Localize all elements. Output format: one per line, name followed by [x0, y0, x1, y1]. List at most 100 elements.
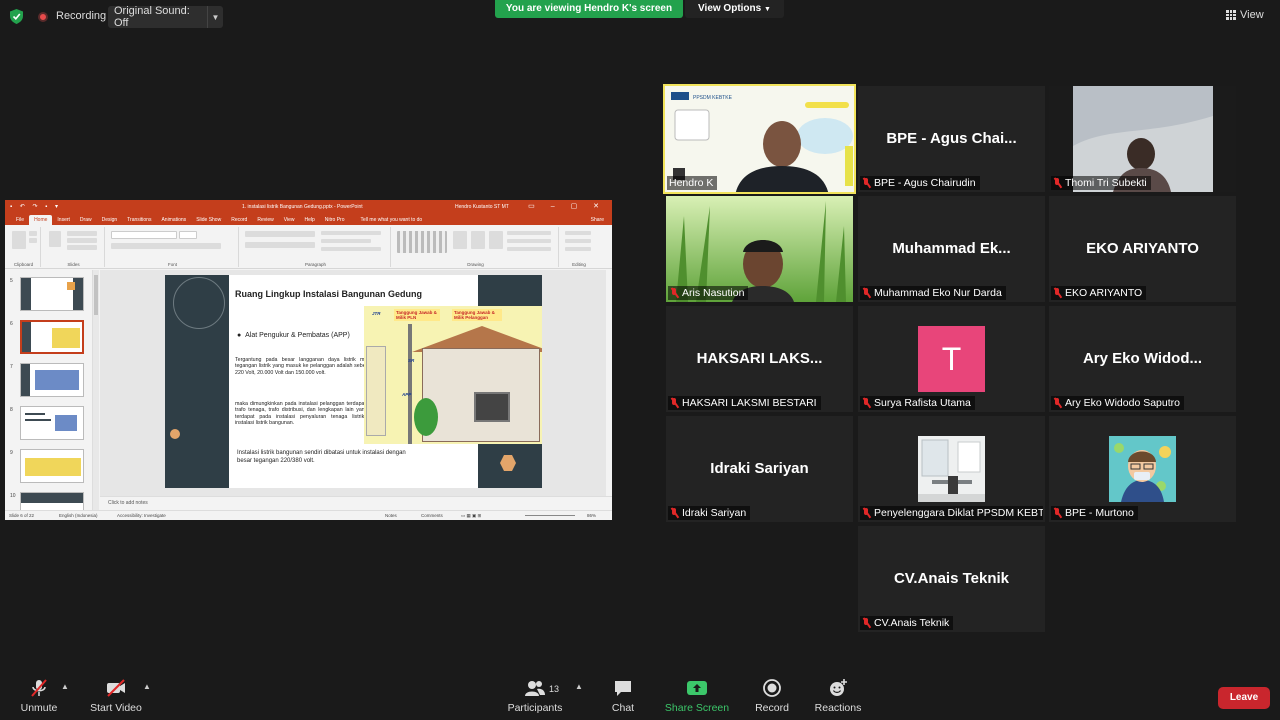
- participant-tile[interactable]: EKO ARIYANTO EKO ARIYANTO: [1049, 196, 1236, 302]
- participant-display-name: EKO ARIYANTO: [1086, 240, 1199, 257]
- profile-photo: [1109, 436, 1176, 502]
- participant-label: Aris Nasution: [668, 286, 749, 300]
- participant-tile[interactable]: BPE - Murtono: [1049, 416, 1236, 522]
- participant-label: Surya Rafista Utama: [860, 396, 975, 410]
- leave-button[interactable]: Leave: [1218, 687, 1270, 709]
- slide-number: 7: [10, 364, 13, 370]
- participant-tile[interactable]: Aris Nasution: [666, 196, 853, 302]
- participant-label: CV.Anais Teknik: [860, 616, 954, 630]
- tab-home: Home: [29, 215, 53, 225]
- participant-name: Muhammad Eko Nur Darda: [874, 287, 1002, 299]
- record-button[interactable]: Record: [752, 678, 792, 718]
- slide-bullet: ● Alat Pengukur & Pembatas (APP): [237, 332, 350, 339]
- participant-tile[interactable]: Ary Eko Widod... Ary Eko Widodo Saputro: [1049, 306, 1236, 412]
- muted-mic-icon: [1053, 178, 1062, 188]
- unmute-label: Unmute: [20, 702, 58, 714]
- view-label: View: [1240, 9, 1264, 21]
- ppt-status-bar: Slide 6 of 22 English (Indonesia) Access…: [5, 510, 612, 520]
- view-options-button[interactable]: View Options ▼: [685, 0, 784, 18]
- slide-count: Slide 6 of 22: [9, 513, 35, 518]
- cartoon-avatar-photo: [1109, 436, 1176, 502]
- participant-tile[interactable]: Muhammad Ek... Muhammad Eko Nur Darda: [858, 196, 1045, 302]
- ribbon-group-drawing: Drawing: [393, 227, 559, 267]
- group-label: Drawing: [467, 262, 484, 267]
- zoom-level: 86%: [587, 513, 597, 518]
- unmute-button[interactable]: Unmute: [18, 678, 60, 718]
- participant-tile[interactable]: Thomi Tri Subekti: [1049, 86, 1236, 192]
- tab-help: Help: [304, 217, 315, 223]
- participant-name: CV.Anais Teknik: [874, 617, 950, 629]
- reactions-button[interactable]: Reactions: [814, 678, 862, 718]
- group-label: Clipboard: [13, 262, 34, 267]
- participant-tile[interactable]: CV.Anais Teknik CV.Anais Teknik: [858, 526, 1045, 632]
- slide-thumbnail-active: [20, 320, 84, 354]
- decor-ring: [173, 277, 225, 329]
- room-photo: [918, 436, 985, 502]
- reactions-label: Reactions: [814, 702, 862, 714]
- muted-mic-icon: [1053, 508, 1062, 518]
- current-slide: Ruang Lingkup Instalasi Bangunan Gedung …: [165, 275, 542, 488]
- label-sr: SR: [408, 358, 415, 363]
- decor-dot: [170, 429, 180, 439]
- letter-avatar: T: [918, 326, 985, 392]
- participant-name: EKO ARIYANTO: [1065, 287, 1143, 299]
- chat-bubble-icon: [615, 681, 631, 696]
- ribbon-group-slides: Slides: [43, 227, 105, 267]
- ribbon-group-font: Font: [107, 227, 239, 267]
- participant-name: Penyelenggara Diklat PPSDM KEBT...: [874, 507, 1043, 519]
- participants-caret-icon[interactable]: ▲: [575, 682, 583, 691]
- diagram-panel: [366, 346, 386, 436]
- label-customer-responsibility: Tanggung Jawab & Milik Pelanggan: [452, 309, 502, 321]
- participant-tile[interactable]: PPSDM KEBTKE Hendro K: [663, 84, 856, 194]
- label-jtr: JTR: [372, 311, 381, 316]
- grid-view-icon: [1226, 10, 1236, 20]
- tell-me-search: Tell me what you want to do: [360, 217, 423, 223]
- participant-label: HAKSARI LAKSMI BESTARI: [668, 396, 821, 410]
- participant-display-name: HAKSARI LAKS...: [696, 350, 823, 367]
- participant-name: Idraki Sariyan: [682, 507, 747, 519]
- slide-number: 8: [10, 407, 13, 413]
- participant-tile[interactable]: Idraki Sariyan Idraki Sariyan: [666, 416, 853, 522]
- viewing-screen-banner: You are viewing Hendro K's screen: [495, 0, 683, 18]
- security-shield-icon[interactable]: [10, 9, 23, 24]
- participant-tile[interactable]: HAKSARI LAKS... HAKSARI LAKSMI BESTARI: [666, 306, 853, 412]
- share-screen-label: Share Screen: [664, 702, 730, 714]
- tab-insert: Insert: [57, 217, 70, 223]
- participant-name: HAKSARI LAKSMI BESTARI: [682, 397, 817, 409]
- original-sound-button[interactable]: Original Sound: Off ▼: [108, 5, 223, 29]
- slide-thumbnails: 5 6 7 8 9 10: [5, 270, 93, 520]
- participant-display-name: BPE - Agus Chai...: [886, 130, 1017, 147]
- video-options-caret-icon[interactable]: ▲: [143, 682, 151, 691]
- ppt-title-bar: ▪ ↶ ↷ ▪ ▾ 1. instalasi listrik Bangunan …: [5, 200, 612, 213]
- participant-name: Hendro K: [669, 177, 714, 189]
- start-video-label: Start Video: [90, 702, 142, 714]
- view-button[interactable]: View: [1226, 5, 1276, 25]
- shared-screen[interactable]: ▪ ↶ ↷ ▪ ▾ 1. instalasi listrik Bangunan …: [5, 200, 612, 520]
- participant-name: BPE - Agus Chairudin: [874, 177, 976, 189]
- participant-tile[interactable]: BPE - Agus Chai... BPE - Agus Chairudin: [858, 86, 1045, 192]
- diagram-tv: [474, 392, 510, 422]
- recording-label[interactable]: Recording: [56, 10, 106, 22]
- chevron-down-icon[interactable]: ▼: [207, 6, 223, 28]
- participant-tile[interactable]: Penyelenggara Diklat PPSDM KEBT...: [858, 416, 1045, 522]
- audio-options-caret-icon[interactable]: ▲: [61, 682, 69, 691]
- muted-mic-icon: [670, 398, 679, 408]
- participant-display-name: Ary Eko Widod...: [1082, 350, 1203, 367]
- tab-transitions: Transitions: [127, 217, 152, 223]
- bullet-text: Alat Pengukur & Pembatas (APP): [245, 332, 350, 339]
- zoom-slider: [525, 515, 575, 516]
- start-video-button[interactable]: Start Video: [88, 678, 144, 718]
- muted-mic-icon: [1053, 288, 1062, 298]
- chat-button[interactable]: Chat: [606, 678, 640, 718]
- group-label: Editing: [572, 262, 586, 267]
- app-diagram: JTR Tanggung Jawab & Milik PLN Tanggung …: [364, 306, 542, 444]
- muted-microphone-icon: [31, 679, 47, 697]
- record-icon: [763, 679, 781, 697]
- participant-tile[interactable]: T Surya Rafista Utama: [858, 306, 1045, 412]
- slide-thumbnail: [20, 277, 84, 311]
- participant-label: Ary Eko Widodo Saputro: [1051, 396, 1184, 410]
- participant-name: Thomi Tri Subekti: [1065, 177, 1147, 189]
- group-label: Paragraph: [304, 262, 326, 267]
- share-screen-button[interactable]: Share Screen: [664, 678, 730, 718]
- slide-number: 10: [10, 493, 16, 499]
